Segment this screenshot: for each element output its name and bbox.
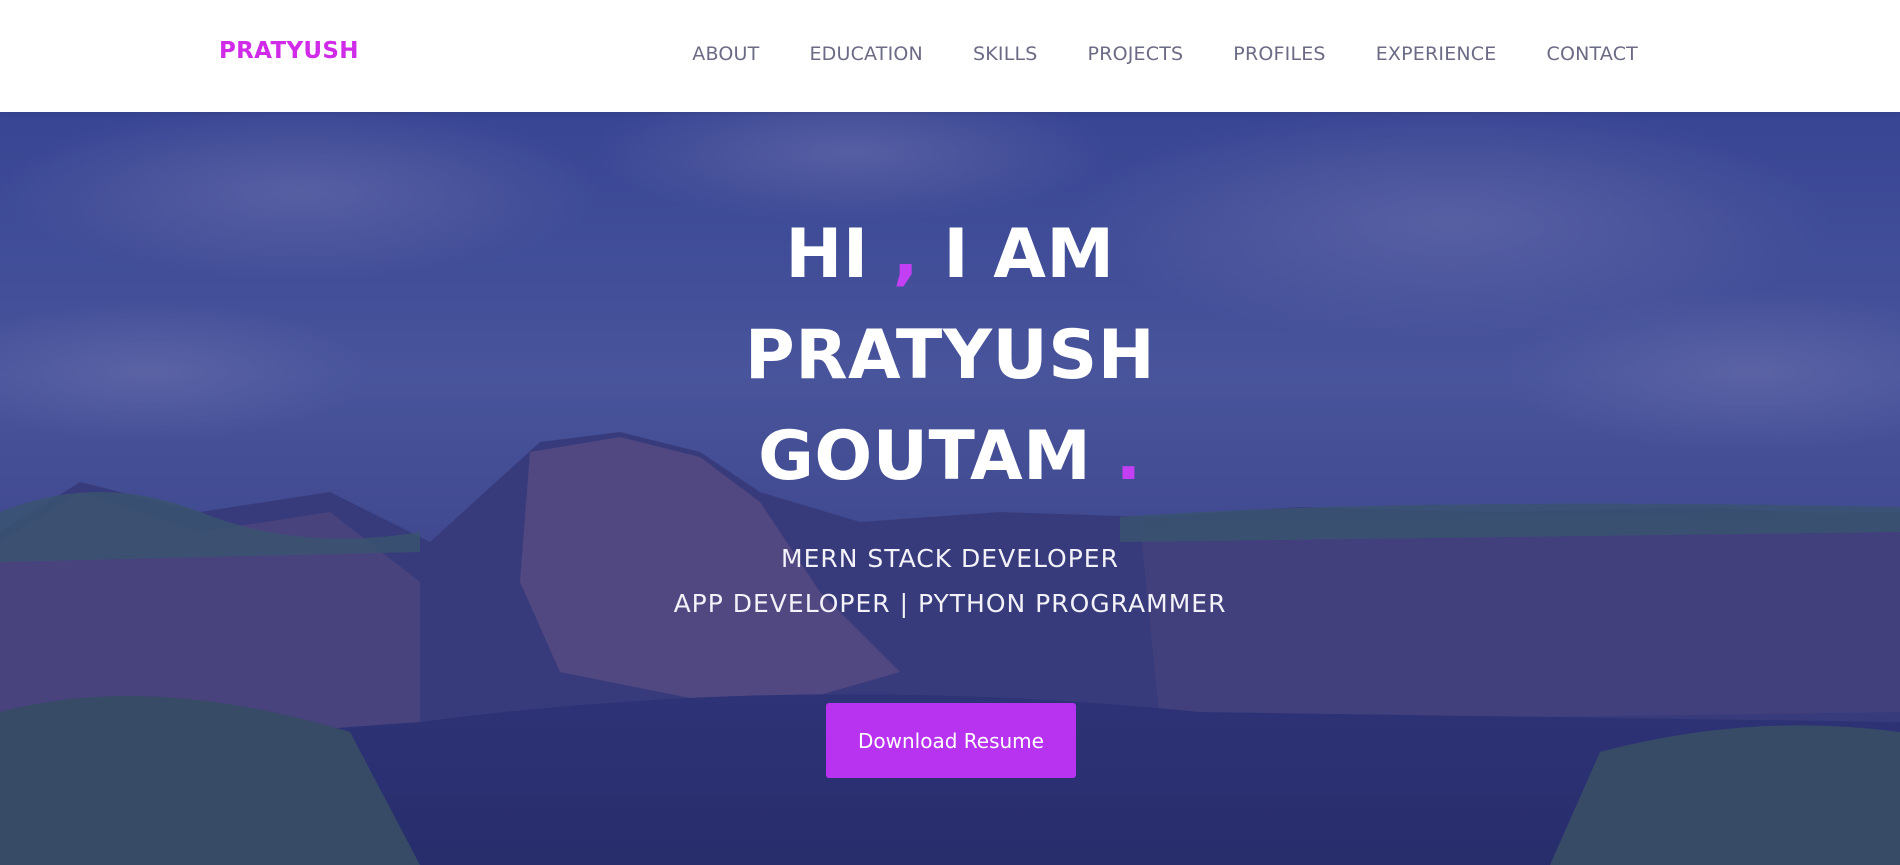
nav-links: ABOUT EDUCATION SKILLS PROJECTS PROFILES… [642,43,1638,65]
nav-link-contact[interactable]: CONTACT [1546,43,1638,65]
nav-link-projects[interactable]: PROJECTS [1088,43,1184,65]
nav-item-education: EDUCATION [759,43,923,65]
headline-line-3: GOUTAM . [0,406,1900,507]
headline-last-name: GOUTAM [758,417,1116,496]
hero-subtitle-skills: APP DEVELOPER | PYTHON PROGRAMMER [673,589,1227,618]
headline-line-1: HI , I AM [0,204,1900,305]
nav-link-education[interactable]: EDUCATION [809,43,923,65]
nav-link-about[interactable]: ABOUT [692,43,759,65]
nav-item-skills: SKILLS [923,43,1038,65]
hero-section: HI , I AM PRATYUSH GOUTAM . MERN STACK D… [0,112,1900,865]
nav-item-profiles: PROFILES [1183,43,1325,65]
nav-link-experience[interactable]: EXPERIENCE [1376,43,1497,65]
nav-item-about: ABOUT [642,43,759,65]
headline-first-name: PRATYUSH [744,316,1156,395]
nav-item-contact: CONTACT [1496,43,1638,65]
nav-link-profiles[interactable]: PROFILES [1233,43,1325,65]
nav-item-projects: PROJECTS [1038,43,1184,65]
navbar: PRATYUSH ABOUT EDUCATION SKILLS PROJECTS… [0,0,1900,112]
headline-comma-accent: , [892,215,920,294]
brand-logo[interactable]: PRATYUSH [219,38,359,64]
nav-item-experience: EXPERIENCE [1326,43,1497,65]
hero-subtitle-role: MERN STACK DEVELOPER [781,544,1119,573]
download-resume-button[interactable]: Download Resume [826,703,1076,778]
nav-link-skills[interactable]: SKILLS [973,43,1038,65]
headline-i-am: I AM [919,215,1115,294]
headline-greeting: HI [785,215,893,294]
headline-dot-accent: . [1115,417,1142,496]
